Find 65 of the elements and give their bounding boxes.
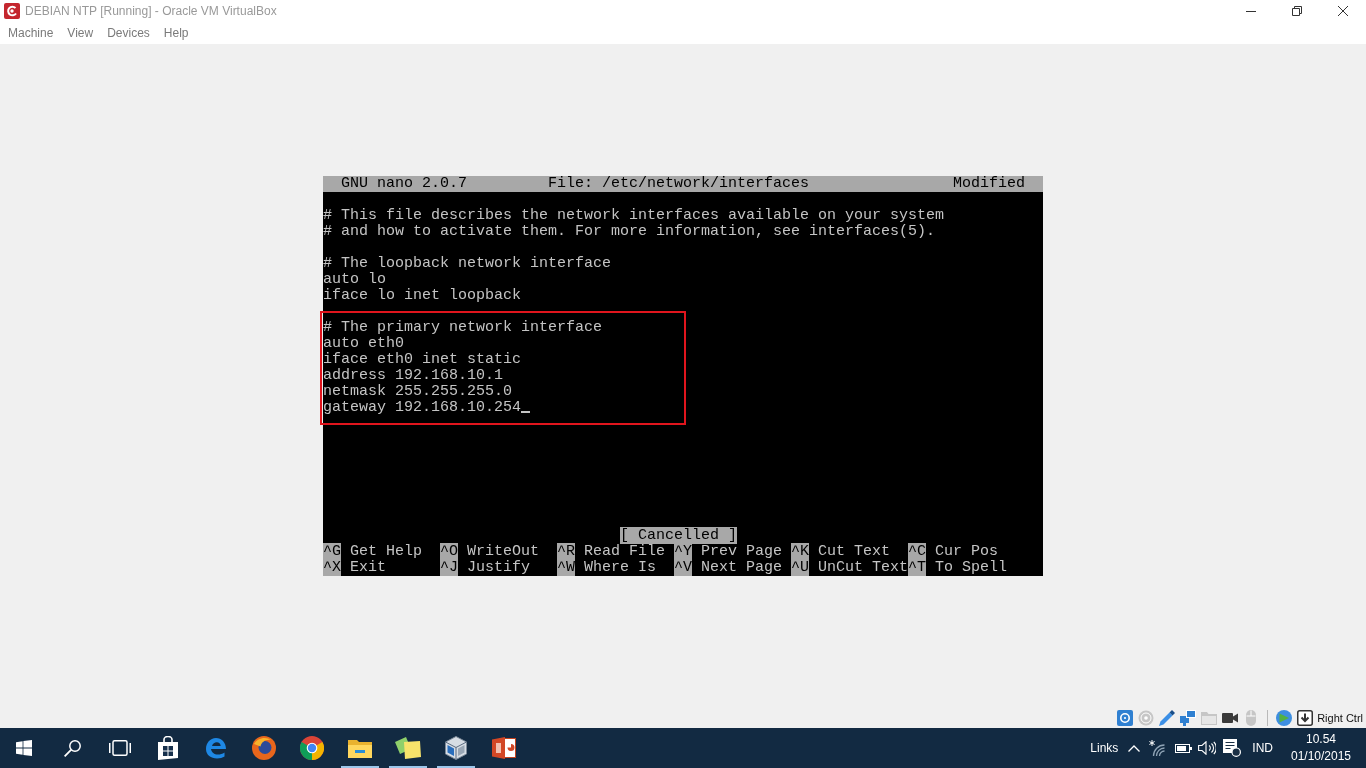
shortcut-label: Where Is: [584, 558, 657, 576]
menu-item[interactable]: Machine: [1, 24, 61, 42]
pen-icon[interactable]: [1159, 709, 1176, 726]
code-line: iface lo inet loopback: [323, 286, 522, 304]
host-key-label: Right Ctrl: [1317, 711, 1363, 724]
cube-icon[interactable]: [445, 736, 467, 760]
code-line: # and how to activate them. For more information, see interfaces(5).: [323, 222, 936, 240]
menu-item[interactable]: View: [60, 24, 101, 42]
shortcut-label: WriteOut: [467, 542, 540, 560]
action-center-icon[interactable]: [1223, 739, 1242, 757]
disk-icon[interactable]: [1117, 709, 1134, 726]
close-icon: [1338, 6, 1348, 16]
minimize-icon: [1246, 10, 1256, 12]
shortcut-label: Cur Pos: [935, 542, 999, 560]
code-line: auto lo: [323, 270, 386, 288]
shortcut-label: Cut Text: [818, 542, 891, 560]
code-line: gateway 192.168.10.254: [323, 398, 522, 416]
search-icon[interactable]: [63, 739, 81, 757]
code-line: iface eth0 inet static: [323, 350, 522, 368]
battery-icon[interactable]: [1175, 743, 1193, 753]
shortcut-label: To Spell: [935, 558, 1008, 576]
clock-date[interactable]: 01/10/2015: [1290, 748, 1352, 765]
window-title: DEBIAN NTP [Running] - Oracle VM VirtualBox: [25, 4, 277, 18]
network-icon[interactable]: [1180, 709, 1197, 726]
wifi-icon[interactable]: [1149, 740, 1166, 756]
shortcut-key: ^G: [323, 542, 341, 560]
modified-status: Modified: [953, 175, 1026, 192]
shortcut-key: ^R: [557, 542, 576, 560]
chevron-up-icon[interactable]: [1128, 744, 1141, 752]
app-icon: [4, 3, 20, 19]
status-message: [ Cancelled ]: [620, 526, 738, 544]
folder-icon[interactable]: [348, 738, 372, 758]
shortcut-label: Get Help: [350, 542, 423, 560]
code-line: address 192.168.10.1: [323, 366, 504, 384]
shortcut-key: ^O: [440, 542, 459, 560]
toolbar-label[interactable]: Links: [1090, 741, 1119, 755]
menu-item[interactable]: Devices: [100, 24, 157, 42]
clock-time[interactable]: 10.54: [1306, 731, 1336, 748]
editor-version: GNU nano 2.0.7: [341, 175, 468, 192]
language-indicator[interactable]: IND: [1252, 741, 1273, 755]
presentation-icon[interactable]: [492, 737, 516, 759]
code-line: auto eth0: [323, 334, 404, 352]
task-view-icon[interactable]: [109, 740, 131, 756]
shortcut-label: UnCut Text: [818, 558, 909, 576]
code-line: # This file describes the network interfaces available on your system: [323, 206, 945, 224]
shortcut-label: Next Page: [701, 558, 783, 576]
code-line: # The primary network interface: [323, 318, 603, 336]
edge-browser-icon[interactable]: [205, 737, 227, 759]
firefox-browser-icon[interactable]: [252, 736, 276, 760]
shortcut-key: ^K: [791, 542, 810, 560]
shopping-bag-icon[interactable]: [157, 736, 179, 760]
code-line: netmask 255.255.255.0: [323, 382, 513, 400]
restore-icon: [1292, 6, 1302, 16]
shortcut-label: Prev Page: [701, 542, 783, 560]
file-name: File: /etc/network/interfaces: [548, 175, 810, 192]
volume-icon[interactable]: [1198, 741, 1217, 755]
code-line: # The loopback network interface: [323, 254, 612, 272]
shortcut-label: Exit: [350, 558, 387, 576]
chrome-browser-icon[interactable]: [300, 736, 324, 760]
shortcut-label: Justify: [467, 558, 531, 576]
sticky-notes-icon[interactable]: [395, 737, 421, 759]
shortcut-key: ^C: [908, 542, 927, 560]
windows-icon[interactable]: [16, 740, 32, 756]
menu-item[interactable]: Help: [156, 24, 196, 42]
shortcut-label: Read File: [584, 542, 666, 560]
